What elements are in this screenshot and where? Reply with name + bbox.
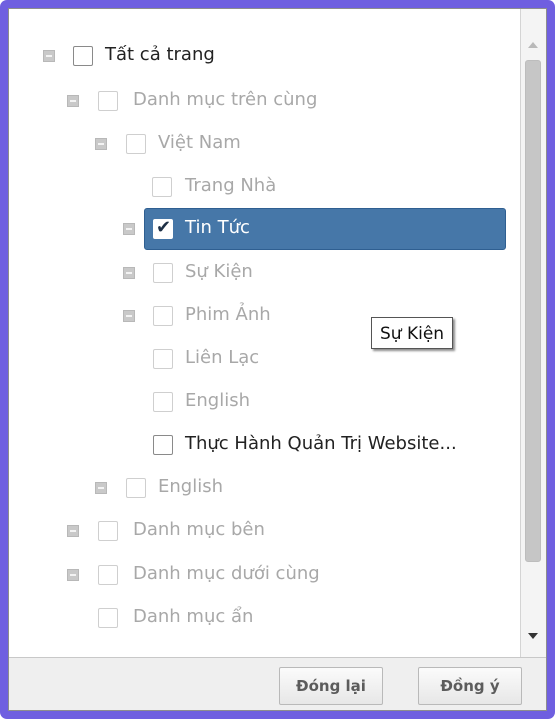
tree-row-top-menu[interactable]: Danh mục trên cùng xyxy=(9,84,509,118)
tree-row-website-practice[interactable]: Thực Hành Quản Trị Website... xyxy=(9,428,509,462)
checkbox-icon[interactable]: ✔ xyxy=(153,217,173,239)
collapse-expander-icon[interactable] xyxy=(95,138,107,150)
checkmark-icon: ✔ xyxy=(156,217,172,238)
tree-row-side-menu[interactable]: Danh mục bên xyxy=(9,514,509,548)
tree-item-label: Việt Nam xyxy=(158,132,241,153)
tree-item-label: English xyxy=(158,476,223,497)
tree-item-label: Trang Nhà xyxy=(185,175,277,196)
tree-item-label: Danh mục dưới cùng xyxy=(133,563,320,584)
tree-item-label: Sự Kiện xyxy=(185,261,253,282)
tree-row-news[interactable]: ✔ Tin Tức xyxy=(9,212,509,246)
page-tree-dialog: Tất cả trang Danh mục trên cùng Việt Nam… xyxy=(8,8,547,711)
tree-row-english[interactable]: English xyxy=(9,471,509,505)
tree-item-label: English xyxy=(185,390,250,411)
tree-item-label: Tin Tức xyxy=(185,217,250,238)
tree-row-bottom-menu[interactable]: Danh mục dưới cùng xyxy=(9,558,509,592)
tree-item-label: Phim Ảnh xyxy=(185,304,271,325)
collapse-expander-icon[interactable] xyxy=(67,569,79,581)
tree-row-hidden-menu[interactable]: Danh mục ẩn xyxy=(9,601,509,635)
tree-item-label: Danh mục trên cùng xyxy=(133,89,318,110)
tree-item-label: Tất cả trang xyxy=(105,44,215,65)
checkbox-icon[interactable] xyxy=(153,306,173,326)
checkbox-icon[interactable] xyxy=(73,46,93,66)
close-button[interactable]: Đóng lại xyxy=(279,667,383,705)
checkbox-icon[interactable] xyxy=(152,177,172,197)
checkbox-icon[interactable] xyxy=(153,263,173,283)
tree-item-label: Danh mục bên xyxy=(133,519,265,540)
collapse-expander-icon[interactable] xyxy=(123,310,135,322)
collapse-expander-icon[interactable] xyxy=(95,482,107,494)
checkbox-icon[interactable] xyxy=(98,521,118,541)
tree-item-label: Liên Lạc xyxy=(185,347,260,368)
vertical-scrollbar[interactable] xyxy=(520,9,546,657)
collapse-expander-icon[interactable] xyxy=(43,50,55,62)
scroll-up-arrow-icon[interactable] xyxy=(528,42,538,48)
checkbox-icon[interactable] xyxy=(126,134,146,154)
checkbox-icon[interactable] xyxy=(153,349,173,369)
tree-row-events[interactable]: Sự Kiện xyxy=(9,256,509,290)
page-tree: Tất cả trang Danh mục trên cùng Việt Nam… xyxy=(9,9,519,657)
checkbox-icon[interactable] xyxy=(98,91,118,111)
tree-item-label: Danh mục ẩn xyxy=(133,606,254,627)
tree-row-english-sub[interactable]: English xyxy=(9,385,509,419)
checkbox-icon[interactable] xyxy=(126,478,146,498)
collapse-expander-icon[interactable] xyxy=(67,525,79,537)
dialog-footer: Đóng lại Đồng ý xyxy=(9,657,546,710)
ok-button[interactable]: Đồng ý xyxy=(418,667,522,705)
tree-row-all-pages[interactable]: Tất cả trang xyxy=(9,39,509,73)
checkbox-icon[interactable] xyxy=(153,392,173,412)
collapse-expander-icon[interactable] xyxy=(123,223,135,235)
tree-row-home[interactable]: Trang Nhà xyxy=(9,170,509,204)
tree-row-movies[interactable]: Phim Ảnh xyxy=(9,299,369,333)
scroll-thumb[interactable] xyxy=(525,60,541,562)
collapse-expander-icon[interactable] xyxy=(123,267,135,279)
tooltip: Sự Kiện xyxy=(371,317,454,349)
tree-item-label: Thực Hành Quản Trị Website... xyxy=(185,433,457,454)
checkbox-icon[interactable] xyxy=(98,565,118,585)
checkbox-icon[interactable] xyxy=(98,608,118,628)
tree-row-vietnam[interactable]: Việt Nam xyxy=(9,127,509,161)
checkbox-icon[interactable] xyxy=(153,435,173,455)
collapse-expander-icon[interactable] xyxy=(67,95,79,107)
scroll-down-arrow-icon[interactable] xyxy=(528,633,538,639)
